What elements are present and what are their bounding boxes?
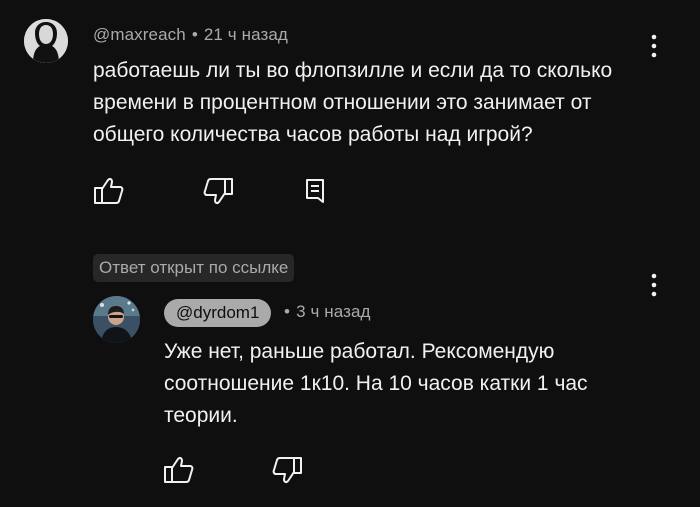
reply-icon [306, 179, 324, 203]
like-icon [94, 177, 124, 204]
comment-time: 21 ч назад [203, 25, 288, 44]
reply-more-options-button[interactable] [644, 270, 664, 300]
reply-author-chip[interactable]: @dyrdom1 [164, 299, 272, 327]
avatar[interactable] [24, 19, 68, 63]
dislike-icon [272, 457, 302, 484]
reply-text: Уже нет, раньше работал. Рексомендую соо… [164, 340, 588, 427]
kebab-menu-icon [651, 273, 657, 297]
like-icon [164, 456, 194, 483]
comment-author[interactable]: @maxreach [93, 25, 186, 44]
comment-meta: @maxreach • 21 ч назад [93, 25, 288, 45]
reply-meta: • 3 ч назад [280, 302, 371, 322]
comment-text: работаешь ли ты во флопзилле и если да т… [93, 59, 613, 146]
reply-time: 3 ч назад [296, 302, 371, 321]
reply-dislike-button[interactable] [270, 453, 304, 487]
dislike-button[interactable] [201, 174, 235, 208]
linked-comment-badge: Ответ открыт по ссылке [93, 254, 295, 282]
user-silhouette-icon [24, 19, 68, 63]
meta-separator: • [284, 302, 291, 321]
reply-like-button[interactable] [162, 453, 196, 487]
meta-separator: • [191, 25, 198, 44]
more-options-button[interactable] [644, 31, 664, 61]
reply-button[interactable] [298, 174, 332, 208]
like-button[interactable] [92, 174, 126, 208]
reply-avatar[interactable] [93, 296, 140, 343]
user-photo-avatar [93, 296, 140, 343]
dislike-icon [203, 178, 233, 205]
kebab-menu-icon [651, 34, 657, 58]
